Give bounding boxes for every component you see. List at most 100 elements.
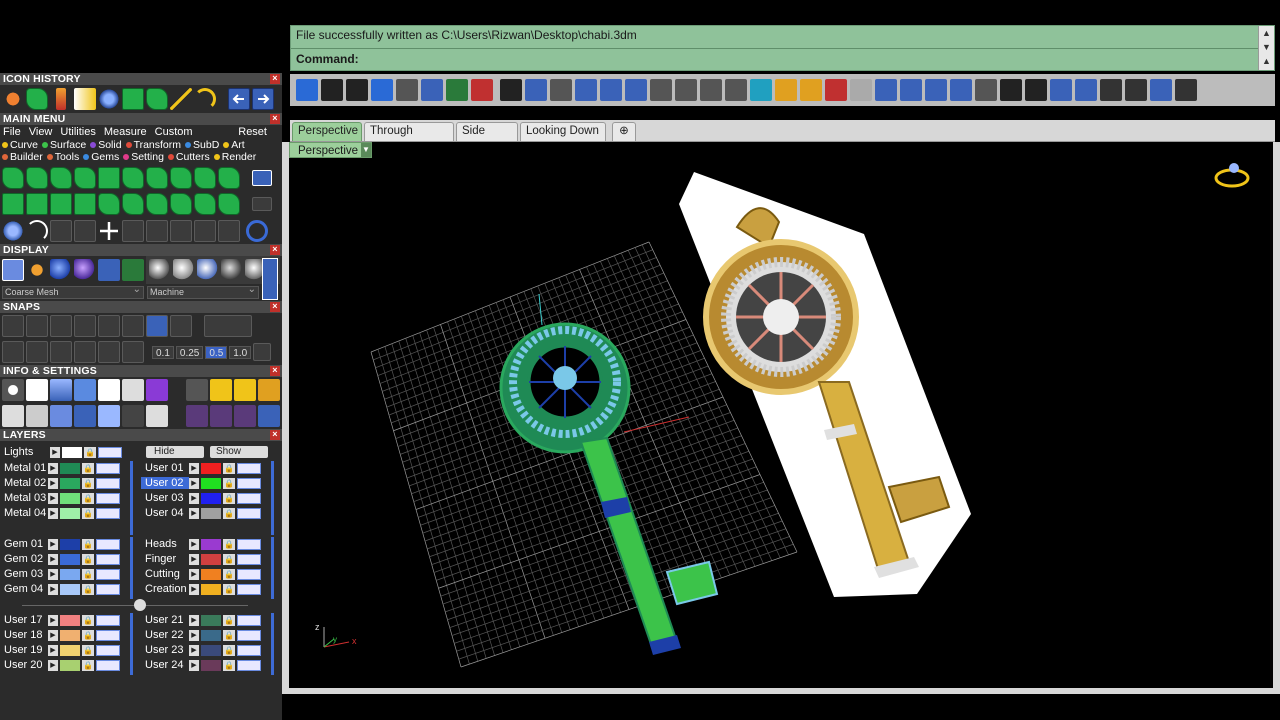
wireframe-icon[interactable] bbox=[2, 259, 24, 281]
circle-icon[interactable] bbox=[321, 79, 343, 101]
layer-expand-icon[interactable]: ▶ bbox=[48, 614, 58, 626]
dash-curve-icon[interactable] bbox=[50, 219, 72, 242]
display-header[interactable]: DISPLAY × bbox=[0, 244, 282, 256]
layer-row[interactable]: User 03 ▶ 🔒 bbox=[141, 491, 261, 505]
split-icon[interactable] bbox=[194, 219, 216, 242]
grid2-tool-icon[interactable] bbox=[74, 193, 96, 215]
matte-sphere-icon[interactable] bbox=[149, 259, 171, 281]
layer-row[interactable]: Heads ▶ 🔒 bbox=[141, 537, 261, 551]
layer-expand-icon[interactable]: ▶ bbox=[48, 477, 58, 489]
layer-color-swatch[interactable] bbox=[201, 462, 221, 474]
snap-angle-icon[interactable] bbox=[122, 341, 144, 363]
layer-row[interactable]: Gem 02 ▶ 🔒 bbox=[0, 552, 120, 566]
lock-icon[interactable]: 🔒 bbox=[223, 614, 235, 626]
layer-expand-icon[interactable]: ▶ bbox=[48, 583, 58, 595]
visibility-toggle[interactable] bbox=[96, 507, 120, 519]
main-menu-header[interactable]: MAIN MENU × bbox=[0, 113, 282, 125]
user-icon[interactable] bbox=[1175, 79, 1197, 101]
layer-row[interactable]: User 22 ▶ 🔒 bbox=[141, 628, 261, 642]
layer-row[interactable]: User 02 ▶ 🔒 bbox=[141, 476, 261, 490]
layer-color-swatch[interactable] bbox=[62, 446, 82, 458]
visibility-toggle[interactable] bbox=[96, 553, 120, 565]
layers-icon[interactable] bbox=[825, 79, 847, 101]
layer-expand-icon[interactable]: ▶ bbox=[189, 477, 199, 489]
pointer-icon[interactable] bbox=[186, 379, 208, 401]
visibility-toggle[interactable] bbox=[96, 629, 120, 641]
category-tools[interactable]: Tools bbox=[46, 151, 79, 163]
layer-expand-icon[interactable]: ▶ bbox=[48, 538, 58, 550]
menu-measure[interactable]: Measure bbox=[104, 126, 147, 138]
snap-tangent-icon[interactable] bbox=[170, 315, 192, 337]
snap-grid-toggle-icon[interactable] bbox=[253, 343, 272, 361]
layer-expand-icon[interactable]: ▶ bbox=[189, 462, 199, 474]
layer-color-swatch[interactable] bbox=[201, 507, 221, 519]
ring-icon[interactable] bbox=[246, 219, 268, 242]
snap-box-icon[interactable] bbox=[26, 341, 48, 363]
category-cutters[interactable]: Cutters bbox=[167, 151, 210, 163]
info-settings-header[interactable]: INFO & SETTINGS × bbox=[0, 365, 282, 377]
category-builder[interactable]: Builder bbox=[2, 151, 43, 163]
viewport-label[interactable]: Perspective ▼ bbox=[289, 142, 372, 158]
snap-settings-icon[interactable] bbox=[204, 315, 252, 337]
save-icon[interactable] bbox=[725, 79, 747, 101]
lock-icon[interactable]: 🔒 bbox=[82, 553, 94, 565]
curve-tool-3-icon[interactable] bbox=[50, 167, 72, 189]
render-view-icon[interactable] bbox=[98, 259, 120, 281]
striped-sphere-icon[interactable] bbox=[221, 259, 243, 281]
gear-icon[interactable] bbox=[775, 79, 797, 101]
visibility-toggle[interactable] bbox=[96, 568, 120, 580]
visibility-toggle[interactable] bbox=[237, 644, 261, 656]
page-icon[interactable] bbox=[146, 405, 168, 427]
lock-icon[interactable] bbox=[1100, 79, 1122, 101]
layer-color-swatch[interactable] bbox=[201, 553, 221, 565]
layer-expand-icon[interactable]: ▶ bbox=[48, 553, 58, 565]
command-prompt[interactable]: Command: bbox=[296, 52, 359, 66]
lock-icon[interactable]: 🔒 bbox=[82, 583, 94, 595]
disabled-icon[interactable] bbox=[850, 79, 872, 101]
surface-icon[interactable] bbox=[26, 88, 48, 110]
layer-expand-icon[interactable]: ▶ bbox=[189, 644, 199, 656]
move-icon[interactable] bbox=[98, 220, 120, 242]
lock-icon[interactable]: 🔒 bbox=[82, 629, 94, 641]
viewport-dropdown-icon[interactable]: ▼ bbox=[361, 143, 371, 157]
show-all-button[interactable]: Show bbox=[210, 445, 268, 459]
lock-icon[interactable]: 🔒 bbox=[82, 538, 94, 550]
category-setting[interactable]: Setting bbox=[123, 151, 164, 163]
snap-curve-icon[interactable] bbox=[26, 315, 48, 337]
frame-red-icon[interactable] bbox=[258, 379, 280, 401]
snaps-header[interactable]: SNAPS × bbox=[0, 301, 282, 313]
chrome-sphere-icon[interactable] bbox=[173, 259, 195, 281]
layer-color-swatch[interactable] bbox=[60, 553, 80, 565]
scatter-icon[interactable] bbox=[122, 405, 144, 427]
rect-tool-icon[interactable] bbox=[50, 193, 72, 215]
link-icon[interactable] bbox=[170, 219, 192, 242]
scroll-end-icon[interactable]: ▲ bbox=[1259, 54, 1274, 68]
tab-side-view[interactable]: Side View bbox=[456, 122, 518, 154]
p-icon[interactable] bbox=[421, 79, 443, 101]
lock-icon[interactable]: 🔒 bbox=[223, 538, 235, 550]
visibility-toggle[interactable] bbox=[96, 462, 120, 474]
icon-history-header[interactable]: ICON HISTORY × bbox=[0, 73, 282, 85]
visibility-toggle[interactable] bbox=[96, 538, 120, 550]
panel-toggle-icon[interactable] bbox=[252, 170, 272, 186]
visibility-toggle[interactable] bbox=[98, 446, 122, 458]
layer-row[interactable]: User 19 ▶ 🔒 bbox=[0, 643, 120, 657]
layer-color-swatch[interactable] bbox=[201, 629, 221, 641]
visibility-toggle[interactable] bbox=[237, 462, 261, 474]
starburst-icon[interactable] bbox=[26, 259, 48, 281]
purple-cube-icon[interactable] bbox=[146, 379, 168, 401]
cube-icon[interactable] bbox=[525, 79, 547, 101]
lock-icon[interactable]: 🔒 bbox=[223, 583, 235, 595]
shaded-sphere-icon[interactable] bbox=[50, 259, 72, 281]
layer-color-swatch[interactable] bbox=[60, 462, 80, 474]
snap-cross-icon[interactable] bbox=[50, 315, 72, 337]
gem-icon[interactable] bbox=[98, 88, 120, 110]
bottle-icon[interactable] bbox=[56, 88, 66, 110]
curve-tool-1-icon[interactable] bbox=[2, 167, 24, 189]
close-icon[interactable]: × bbox=[270, 430, 280, 440]
f4-icon[interactable] bbox=[1000, 79, 1022, 101]
snap-value-0-25[interactable]: 0.25 bbox=[175, 345, 204, 359]
ring-icon[interactable] bbox=[1150, 79, 1172, 101]
purple-star-icon[interactable] bbox=[186, 405, 208, 427]
3d-viewport[interactable]: z x y bbox=[289, 142, 1273, 688]
